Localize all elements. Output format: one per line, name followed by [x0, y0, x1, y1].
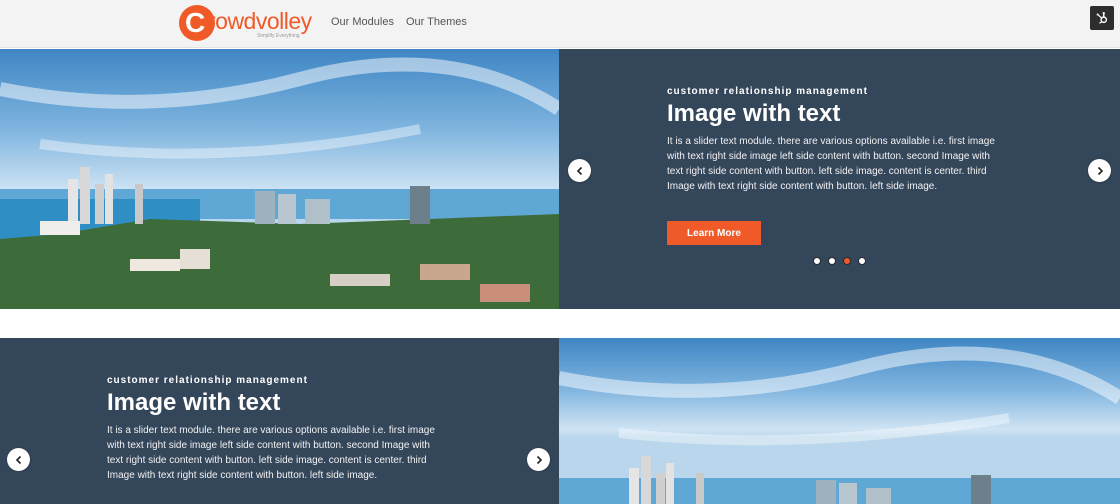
slider-dot-2[interactable]: [828, 257, 836, 265]
nav-our-themes[interactable]: Our Themes: [406, 16, 467, 28]
slide-kicker: customer relationship management: [107, 375, 308, 386]
chevron-right-icon: [1097, 166, 1103, 175]
logo-tagline: Simplify Everything: [257, 33, 300, 39]
slide-content-panel: customer relationship management Image w…: [0, 338, 559, 504]
main-nav: Our Modules Our Themes: [331, 16, 467, 28]
slide-title: Image with text: [667, 100, 841, 127]
slider-dot-1[interactable]: [813, 257, 821, 265]
slider-prev-button[interactable]: [7, 448, 30, 471]
logo-letter: C: [185, 7, 206, 38]
city-skyline-illustration: [559, 346, 1120, 504]
slider-dot-3[interactable]: [843, 257, 851, 265]
slide-body: It is a slider text module. there are va…: [667, 136, 995, 192]
site-header: C rowdvolley Simplify Everything Our Mod…: [0, 0, 1120, 48]
chevron-right-icon: [536, 455, 542, 464]
slider-next-button[interactable]: [527, 448, 550, 471]
slide-title: Image with text: [107, 389, 281, 416]
slide-content-panel: customer relationship management Image w…: [559, 49, 1120, 309]
logo-wordmark: rowdvolley: [208, 8, 312, 34]
slider-dot-4[interactable]: [858, 257, 866, 265]
city-skyline-illustration: [0, 57, 559, 309]
city-skyline-image: [0, 49, 559, 309]
learn-more-button[interactable]: Learn More: [667, 221, 761, 245]
slider-next-button[interactable]: [1088, 159, 1111, 182]
chevron-left-icon: [576, 166, 582, 175]
chevron-left-icon: [15, 455, 21, 464]
crowdvolley-logo[interactable]: C rowdvolley Simplify Everything: [179, 5, 312, 41]
city-skyline-image: [559, 338, 1120, 504]
slider-prev-button[interactable]: [568, 159, 591, 182]
slide-kicker: customer relationship management: [667, 86, 868, 97]
slide-body: It is a slider text module. there are va…: [107, 425, 435, 481]
hubspot-sprocket-button[interactable]: [1090, 6, 1114, 30]
slider-image-left: customer relationship management Image w…: [0, 49, 1120, 309]
slider-image-right: customer relationship management Image w…: [0, 338, 1120, 504]
nav-our-modules[interactable]: Our Modules: [331, 16, 394, 28]
hubspot-icon: [1096, 12, 1108, 24]
slider-pagination: [813, 257, 866, 265]
